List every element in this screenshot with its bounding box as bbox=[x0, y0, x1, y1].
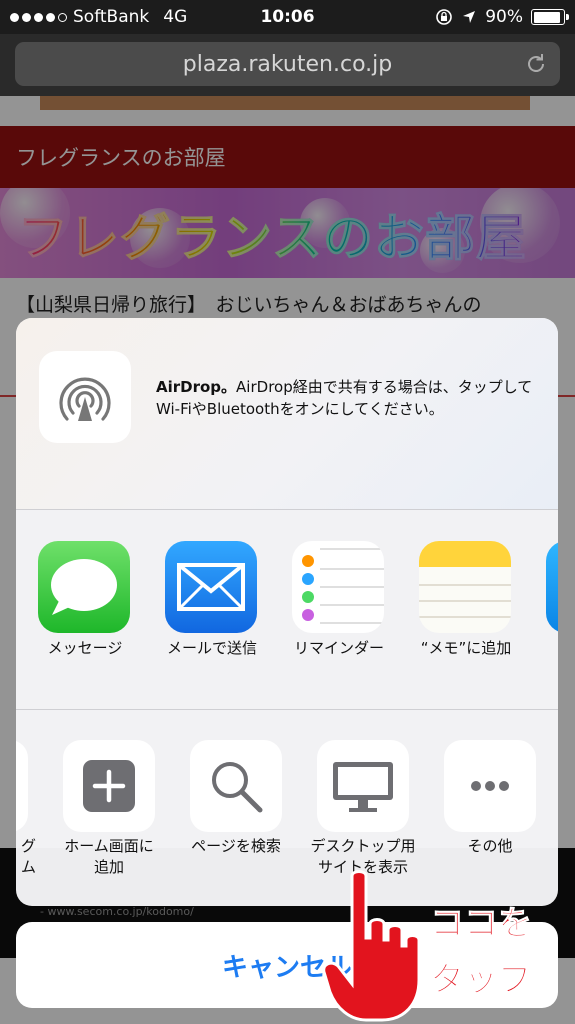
more-icon[interactable] bbox=[444, 740, 536, 832]
search-icon[interactable] bbox=[190, 740, 282, 832]
share-app-label-mail: メールで送信 bbox=[166, 639, 257, 657]
airdrop-icon[interactable] bbox=[39, 351, 131, 443]
share-actions-row[interactable]: グ ム ホーム画面に 追加 ページを検索 デスクトップ用 サイトを表示 その他 bbox=[16, 710, 558, 906]
airdrop-section[interactable]: AirDrop。AirDrop経由で共有する場合は、タップしてWi-FiやBlu… bbox=[16, 318, 558, 510]
mail-icon[interactable] bbox=[165, 541, 257, 633]
messages-icon[interactable] bbox=[38, 541, 130, 633]
location-arrow-icon bbox=[463, 11, 476, 23]
add-to-home-icon[interactable] bbox=[63, 740, 155, 832]
browser-toolbar: plaza.rakuten.co.jp bbox=[0, 34, 575, 96]
reload-icon[interactable] bbox=[524, 52, 548, 76]
annotation-line-1: ココを bbox=[430, 904, 533, 945]
battery-fill bbox=[533, 11, 560, 23]
partial-action-icon[interactable] bbox=[16, 740, 28, 832]
share-app-label-notes: “メモ”に追加 bbox=[420, 639, 512, 657]
status-bar: SoftBank 4G 10:06 90% bbox=[0, 0, 575, 34]
share-apps-row[interactable]: メッセージ メールで送信 リマインダー “メモ”に追加 bbox=[16, 510, 558, 710]
pointing-hand-icon bbox=[322, 870, 421, 1022]
network-type: 4G bbox=[163, 7, 188, 27]
action-label-more: その他 bbox=[467, 837, 513, 855]
signal-strength-icon bbox=[10, 12, 67, 22]
notes-icon[interactable] bbox=[419, 541, 511, 633]
battery-percent: 90% bbox=[485, 7, 523, 27]
share-app-label-reminders: リマインダー bbox=[293, 639, 384, 657]
desktop-icon[interactable] bbox=[317, 740, 409, 832]
address-bar-url: plaza.rakuten.co.jp bbox=[182, 51, 393, 77]
share-app-label-messages: メッセージ bbox=[47, 639, 123, 657]
share-sheet: AirDrop。AirDrop経由で共有する場合は、タップしてWi-FiやBlu… bbox=[16, 318, 558, 906]
rotation-lock-icon bbox=[436, 9, 453, 25]
address-bar[interactable]: plaza.rakuten.co.jp bbox=[15, 42, 560, 86]
airdrop-description: AirDrop。AirDrop経由で共有する場合は、タップしてWi-FiやBlu… bbox=[156, 376, 541, 420]
annotation-line-2: タップ bbox=[430, 960, 533, 1001]
carrier-name: SoftBank bbox=[73, 7, 150, 27]
partial-action-label: グ ム bbox=[20, 837, 36, 876]
action-label-find-on-page: ページを検索 bbox=[191, 837, 281, 855]
tap-here-annotation: ココを タップ bbox=[430, 896, 570, 1008]
airdrop-title: AirDrop。 bbox=[156, 378, 237, 396]
reminders-icon[interactable] bbox=[292, 541, 384, 633]
battery-icon bbox=[531, 9, 569, 25]
action-label-add-to-home: ホーム画面に 追加 bbox=[64, 837, 154, 876]
partial-app-icon[interactable] bbox=[546, 541, 558, 633]
